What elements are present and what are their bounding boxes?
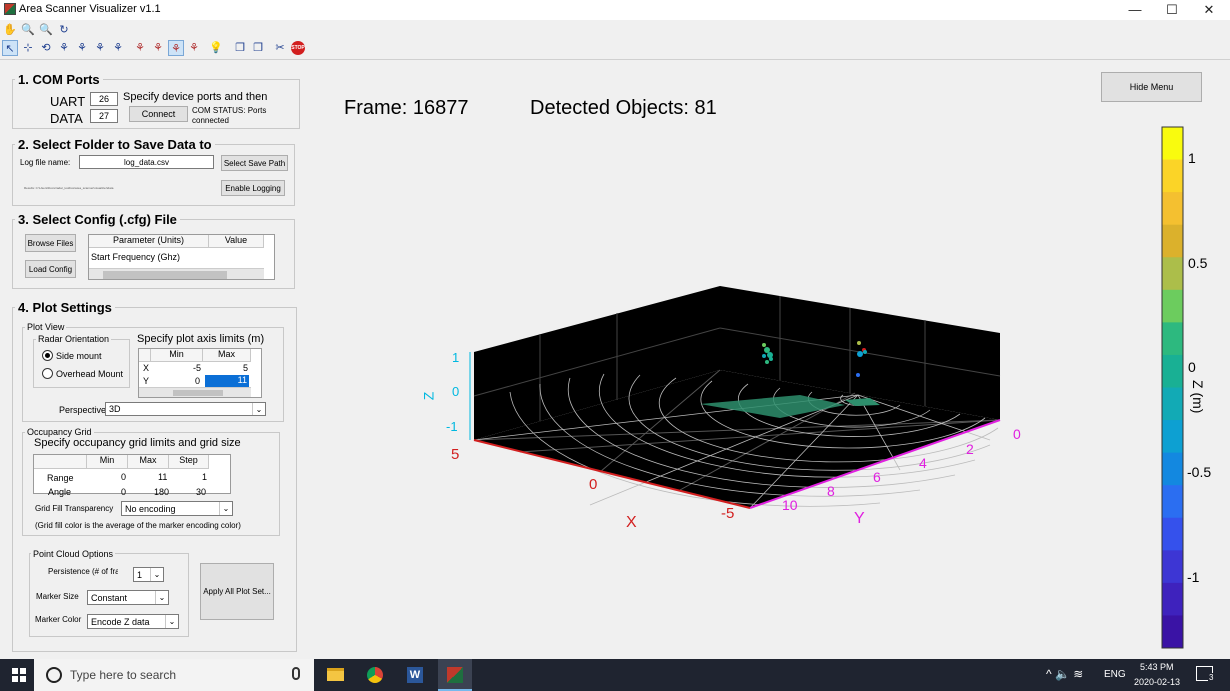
file-explorer-icon[interactable] [318,659,352,691]
z-axis-label: Z [420,391,437,401]
colorbar-segment [1162,615,1183,649]
colorbar-segment [1162,550,1183,584]
colorbar-segment [1162,485,1183,519]
y-tick-2: 2 [966,441,974,457]
y-tick-10: 10 [782,497,798,513]
y-tick-0: 0 [1013,426,1021,442]
colorbar-segment [1162,224,1183,258]
colorbar-segment [1162,127,1183,161]
chrome-icon[interactable] [358,659,392,691]
colorbar-segment [1162,420,1183,454]
colorbar-segment [1162,387,1183,421]
y-axis-label: Y [854,510,865,527]
word-icon[interactable]: W [398,659,432,691]
colorbar-segment [1162,159,1183,193]
colorbar-tick-0: 0 [1188,359,1196,375]
z-tick-neg1: -1 [446,419,458,434]
colorbar-segment [1162,582,1183,616]
colorbar-segment [1162,289,1183,323]
plot-3d-svg[interactable] [0,0,1230,691]
z-tick-0: 0 [452,384,460,399]
tray-icons[interactable]: ^ 🔈 ≋ [1046,667,1083,681]
notification-count: 3 [1208,673,1215,682]
windows-start-icon[interactable] [12,668,26,682]
area-scanner-taskbar-icon[interactable] [438,659,472,691]
colorbar-segment [1162,192,1183,226]
colorbar-segment [1162,354,1183,388]
z-tick-1: 1 [452,350,460,365]
colorbar-tick-neg0.5: -0.5 [1187,464,1212,480]
y-tick-6: 6 [873,469,881,485]
x-axis-label: X [626,514,637,531]
search-placeholder: Type here to search [70,668,177,682]
microphone-icon[interactable] [292,667,300,680]
x-tick-neg5: -5 [721,505,735,522]
y-tick-4: 4 [919,455,927,471]
taskbar: Type here to search W ^ 🔈 ≋ ENG 5:43 PM … [0,659,1230,691]
language-indicator[interactable]: ENG [1104,669,1126,680]
y-tick-8: 8 [827,483,835,499]
colorbar-tick-neg1: -1 [1187,569,1200,585]
colorbar-label: Z (m) [1190,380,1206,414]
colorbar-segment [1162,322,1183,356]
colorbar-segment [1162,517,1183,551]
colorbar-tick-0.5: 0.5 [1188,255,1208,271]
colorbar-tick-1: 1 [1188,150,1196,166]
taskbar-search[interactable]: Type here to search [34,659,314,691]
clock-date[interactable]: 2020-02-13 [1134,677,1180,687]
clock-time[interactable]: 5:43 PM [1140,662,1174,672]
x-tick-0: 0 [589,476,598,493]
x-tick-5: 5 [451,446,460,463]
colorbar [1161,126,1184,649]
cortana-icon [46,667,62,683]
colorbar-segment [1162,257,1183,291]
colorbar-segment [1162,452,1183,486]
